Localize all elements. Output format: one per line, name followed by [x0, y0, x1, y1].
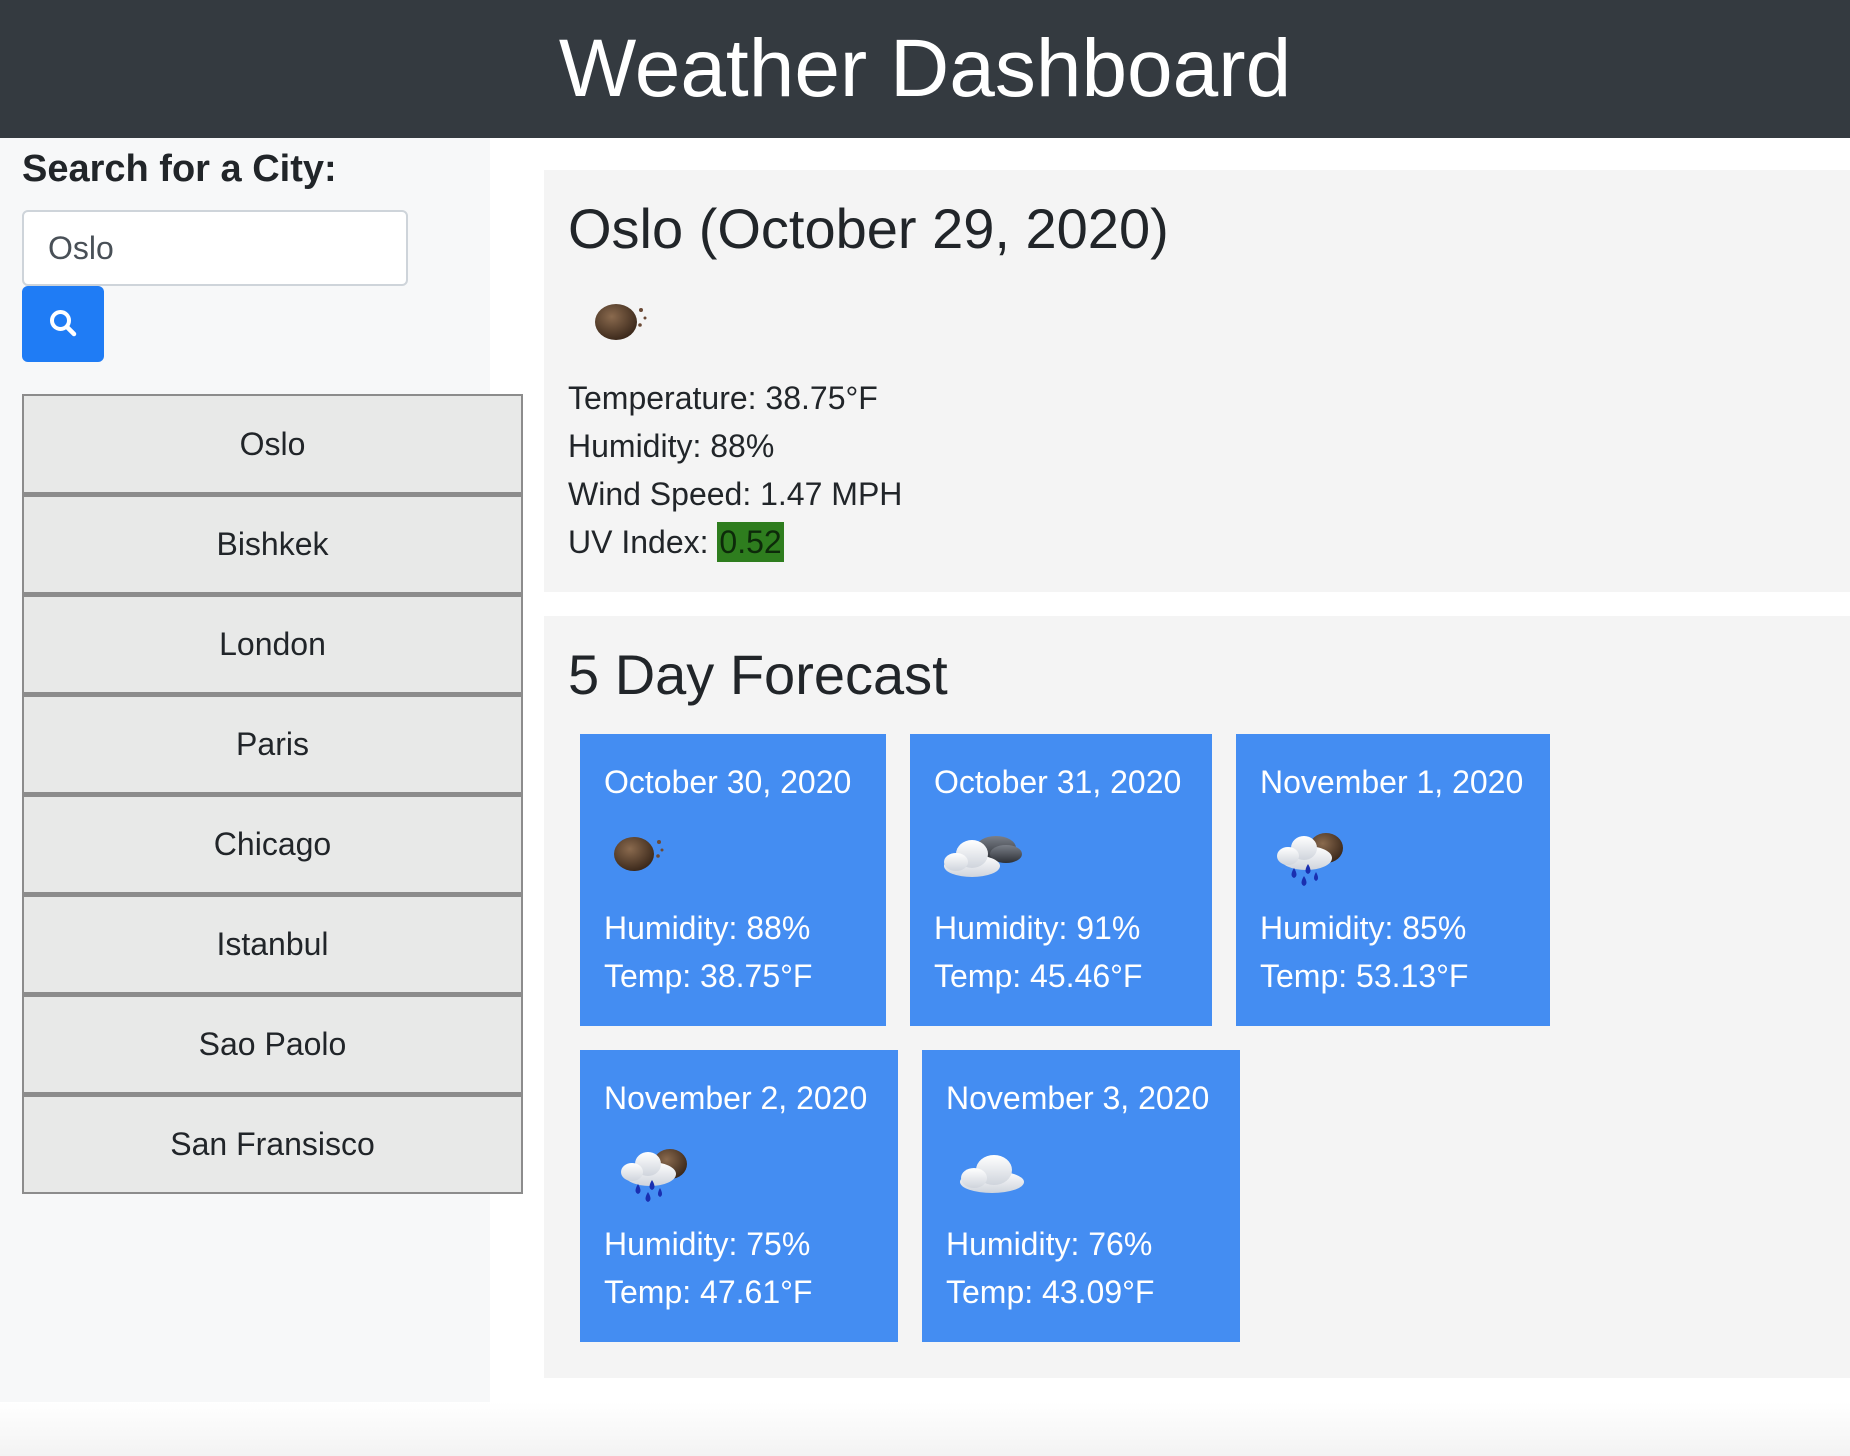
forecast-temp: Temp: 53.13°F [1260, 958, 1469, 994]
app-header: Weather Dashboard [0, 0, 1850, 138]
current-temperature: Temperature: 38.75°F [568, 380, 878, 416]
forecast-temp: Temp: 47.61°F [604, 1274, 813, 1310]
history-item-san-fransisco[interactable]: San Fransisco [22, 1094, 523, 1194]
forecast-card: October 30, 2020 Humidity: 88% Temp: 38.… [580, 734, 886, 1026]
night-clear-moon-icon [592, 292, 652, 348]
forecast-card: October 31, 2020 Humidity: 91% Temp: 45.… [910, 734, 1212, 1026]
night-rain-icon [1264, 824, 1354, 894]
forecast-date: November 2, 2020 [604, 1080, 868, 1116]
forecast-temp: Temp: 45.46°F [934, 958, 1143, 994]
night-broken-clouds-icon [938, 824, 1028, 894]
history-item-chicago[interactable]: Chicago [22, 794, 523, 894]
forecast-temp: Temp: 43.09°F [946, 1274, 1155, 1310]
current-uv-row: UV Index: 0.52 [568, 522, 784, 562]
history-item-bishkek[interactable]: Bishkek [22, 494, 523, 594]
history-item-london[interactable]: London [22, 594, 523, 694]
current-city-title: Oslo (October 29, 2020) [568, 197, 1169, 260]
forecast-temp: Temp: 38.75°F [604, 958, 813, 994]
forecast-humidity: Humidity: 88% [604, 910, 811, 946]
forecast-date: November 3, 2020 [946, 1080, 1210, 1116]
cloud-icon [950, 1140, 1040, 1210]
history-item-oslo[interactable]: Oslo [22, 394, 523, 494]
uv-index-badge: 0.52 [717, 522, 784, 562]
forecast-card: November 1, 2020 Humidity: 85% Temp: 53.… [1236, 734, 1550, 1026]
forecast-card: November 3, 2020 Humidity: 76% Temp: 43.… [922, 1050, 1240, 1342]
forecast-date: October 31, 2020 [934, 764, 1182, 800]
forecast-title: 5 Day Forecast [568, 643, 948, 706]
night-rain-icon [608, 1140, 698, 1210]
uv-index-label: UV Index: [568, 524, 709, 560]
page-title: Weather Dashboard [558, 23, 1292, 114]
forecast-humidity: Humidity: 76% [946, 1226, 1153, 1262]
forecast-humidity: Humidity: 91% [934, 910, 1141, 946]
current-wind-speed: Wind Speed: 1.47 MPH [568, 476, 903, 512]
current-humidity: Humidity: 88% [568, 428, 775, 464]
forecast-date: October 30, 2020 [604, 764, 852, 800]
search-button[interactable] [22, 286, 104, 362]
night-clear-moon-icon [608, 824, 698, 894]
search-history-list: Oslo Bishkek London Paris Chicago Istanb… [22, 394, 523, 1194]
search-icon [48, 308, 78, 341]
history-item-paris[interactable]: Paris [22, 694, 523, 794]
search-input[interactable] [22, 210, 408, 286]
history-item-istanbul[interactable]: Istanbul [22, 894, 523, 994]
search-label: Search for a City: [22, 148, 337, 190]
forecast-humidity: Humidity: 85% [1260, 910, 1467, 946]
history-item-sao-paolo[interactable]: Sao Paolo [22, 994, 523, 1094]
forecast-humidity: Humidity: 75% [604, 1226, 811, 1262]
forecast-date: November 1, 2020 [1260, 764, 1524, 800]
page-footer-shadow [0, 1402, 1850, 1456]
forecast-card: November 2, 2020 Humidity: 75% Temp: 47.… [580, 1050, 898, 1342]
